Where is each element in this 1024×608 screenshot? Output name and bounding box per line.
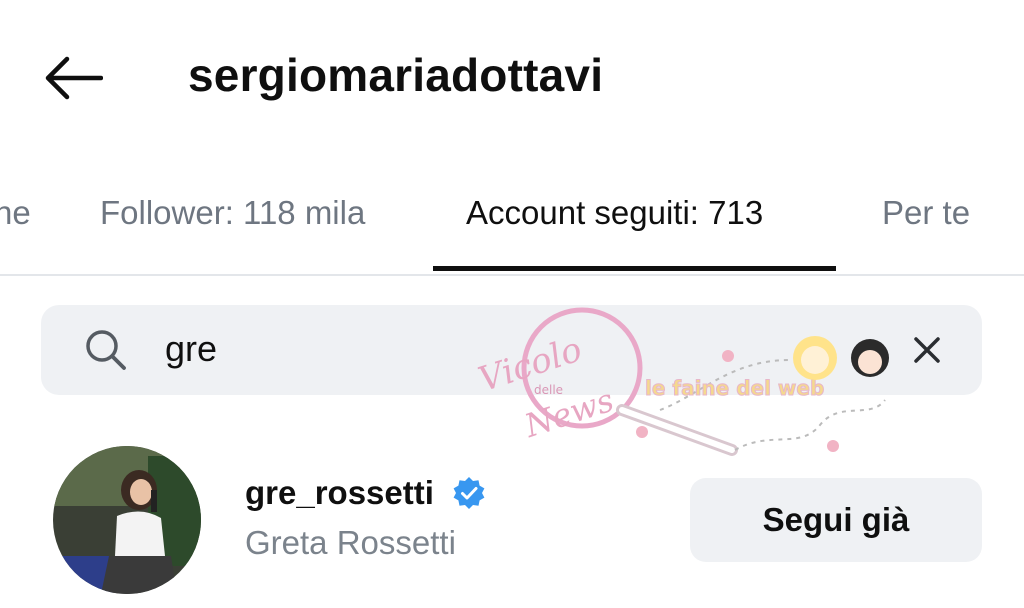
avatar[interactable] [53, 446, 201, 594]
tab-bar: ne Follower: 118 mila Account seguiti: 7… [0, 180, 1024, 276]
close-icon [914, 337, 940, 363]
tab-partial[interactable]: ne [0, 194, 31, 232]
tab-for-you[interactable]: Per te [882, 194, 970, 232]
full-name: Greta Rossetti [245, 524, 456, 561]
active-tab-indicator [433, 266, 836, 271]
arrow-left-icon [45, 56, 103, 100]
verified-badge-icon [453, 477, 485, 509]
list-item[interactable]: gre_rossetti Greta Rossetti Segui già [0, 440, 1024, 600]
page-title: sergiomariadottavi [188, 49, 604, 101]
search-icon [86, 330, 126, 370]
clear-search-button[interactable] [907, 330, 947, 370]
tab-following[interactable]: Account seguiti: 713 [466, 194, 763, 232]
following-button[interactable]: Segui già [690, 478, 982, 562]
search-input[interactable] [165, 319, 725, 379]
username[interactable]: gre_rossetti [245, 474, 434, 512]
back-button[interactable] [40, 50, 106, 106]
tab-followers[interactable]: Follower: 118 mila [100, 194, 365, 232]
search-bar [41, 305, 982, 395]
following-page: sergiomariadottavi ne Follower: 118 mila… [0, 0, 1024, 608]
profile-photo [53, 446, 201, 594]
